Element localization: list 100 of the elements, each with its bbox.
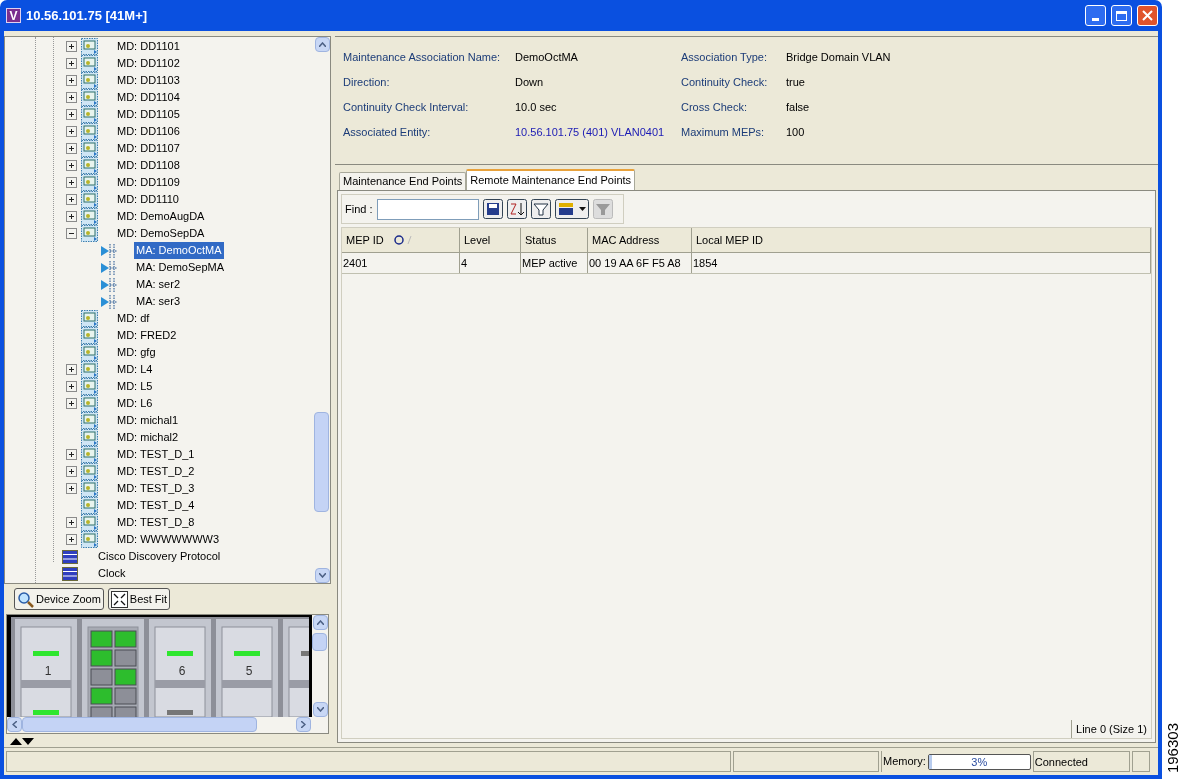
- scroll-thumb[interactable]: [314, 412, 329, 512]
- tree-item[interactable]: MD: michal2: [115, 429, 181, 446]
- maximize-button[interactable]: [1111, 5, 1132, 26]
- tree-item[interactable]: MD: gfg: [115, 344, 158, 361]
- minimize-button[interactable]: [1085, 5, 1106, 26]
- tree-item[interactable]: MD: DemoAugDA: [115, 208, 207, 225]
- tree-item[interactable]: MD: DD1103: [115, 72, 182, 89]
- association-icon: [100, 259, 118, 276]
- tree-item[interactable]: MD: DD1108: [115, 157, 182, 174]
- columns-dropdown-icon[interactable]: [554, 199, 589, 219]
- property-value: Down: [515, 75, 544, 91]
- tree-item[interactable]: MA: ser3: [134, 293, 182, 310]
- expand-icon[interactable]: [66, 517, 77, 528]
- close-button[interactable]: [1137, 5, 1158, 26]
- scrollbar[interactable]: [312, 615, 328, 717]
- best-fit-button[interactable]: Best Fit: [107, 588, 171, 610]
- scroll-up-button[interactable]: [312, 615, 328, 630]
- tree-item[interactable]: MD: DD1101: [115, 38, 182, 55]
- scrollbar[interactable]: [314, 37, 330, 583]
- device-zoom-button[interactable]: Device Zoom: [14, 588, 104, 610]
- tree-item[interactable]: MA: DemoOctMA: [134, 242, 224, 259]
- tree-item[interactable]: Clock: [96, 565, 128, 582]
- tree-item[interactable]: MD: DD1106: [115, 123, 182, 140]
- scroll-thumb[interactable]: [312, 633, 327, 651]
- tree-item[interactable]: MD: L6: [115, 395, 155, 412]
- table-cell: 00 19 AA 6F F5 A8: [588, 253, 692, 273]
- tree-item[interactable]: MA: DemoSepMA: [134, 259, 227, 276]
- column-header[interactable]: MEP ID: [342, 228, 460, 252]
- tree-item[interactable]: MA: ser2: [134, 276, 182, 293]
- expand-icon[interactable]: [66, 58, 77, 69]
- expand-icon[interactable]: [66, 381, 77, 392]
- expand-icon[interactable]: [66, 41, 77, 52]
- save-icon[interactable]: [482, 199, 503, 219]
- expand-icon[interactable]: [66, 92, 77, 103]
- expand-icon[interactable]: [66, 211, 77, 222]
- filter-icon[interactable]: [530, 199, 551, 219]
- tree-item[interactable]: MD: DD1104: [115, 89, 182, 106]
- column-header[interactable]: MAC Address: [588, 228, 692, 252]
- tree-item[interactable]: Cisco Discovery Protocol: [96, 548, 223, 565]
- memory-reading: 3%: [970, 754, 989, 769]
- expand-icon[interactable]: [66, 194, 77, 205]
- domain-icon: [81, 378, 98, 395]
- expand-icon[interactable]: [66, 466, 77, 477]
- tree-item[interactable]: MD: DD1102: [115, 55, 182, 72]
- tree-item[interactable]: MD: michal1: [115, 412, 181, 429]
- tree-item[interactable]: MD: DD1105: [115, 106, 182, 123]
- domain-icon: [81, 395, 98, 412]
- tab[interactable]: Remote Maintenance End Points: [466, 169, 636, 190]
- tree-item[interactable]: MD: df: [115, 310, 152, 327]
- scroll-right-button[interactable]: [296, 717, 311, 732]
- tree-item[interactable]: MD: L4: [115, 361, 155, 378]
- tree-item[interactable]: MD: TEST_D_1: [115, 446, 197, 463]
- tree-item[interactable]: MD: DD1107: [115, 140, 182, 157]
- tab[interactable]: Maintenance End Points: [339, 172, 467, 190]
- table-cell: 2401: [342, 253, 460, 273]
- splitter-arrows-icon[interactable]: [10, 737, 34, 745]
- property-link[interactable]: 10.56.101.75 (401) VLAN0401: [515, 124, 665, 141]
- connection-status: Connected: [1032, 751, 1130, 772]
- domain-icon: [81, 361, 98, 378]
- domain-icon: [81, 174, 98, 191]
- sort-icon[interactable]: [506, 199, 527, 219]
- expand-icon[interactable]: [66, 534, 77, 545]
- expand-icon[interactable]: [66, 109, 77, 120]
- expand-icon[interactable]: [66, 143, 77, 154]
- status-segment: [1131, 751, 1150, 772]
- scroll-left-button[interactable]: [7, 717, 22, 732]
- column-header[interactable]: Status: [521, 228, 588, 252]
- tree-item[interactable]: MD: L5: [115, 378, 155, 395]
- tree-item[interactable]: MD: DD1110: [115, 191, 181, 208]
- tree-item[interactable]: MD: DD1109: [115, 174, 182, 191]
- collapse-icon[interactable]: [66, 228, 77, 239]
- tree-item[interactable]: MD: TEST_D_8: [115, 514, 197, 531]
- scroll-down-button[interactable]: [314, 568, 330, 583]
- property-label: Continuity Check Interval:: [343, 100, 470, 116]
- slot-number: 1: [44, 664, 52, 678]
- slot-number: 5: [245, 664, 253, 678]
- expand-icon[interactable]: [66, 398, 77, 409]
- expand-icon[interactable]: [66, 75, 77, 86]
- column-header[interactable]: Local MEP ID: [692, 228, 1151, 252]
- scroll-thumb[interactable]: [22, 717, 257, 732]
- expand-icon[interactable]: [66, 160, 77, 171]
- tree-item[interactable]: MD: TEST_D_3: [115, 480, 197, 497]
- table-icon: [62, 549, 78, 564]
- property-value: Bridge Domain VLAN: [786, 50, 891, 66]
- tree-item[interactable]: MD: WWWWWWW3: [115, 531, 221, 548]
- expand-icon[interactable]: [66, 126, 77, 137]
- table-cell: MEP active: [521, 253, 588, 273]
- scroll-down-button[interactable]: [312, 702, 328, 717]
- domain-icon: [81, 140, 98, 157]
- expand-icon[interactable]: [66, 364, 77, 375]
- tree-item[interactable]: MD: DemoSepDA: [115, 225, 207, 242]
- expand-icon[interactable]: [66, 483, 77, 494]
- find-field[interactable]: [376, 198, 479, 220]
- expand-icon[interactable]: [66, 177, 77, 188]
- tree-item[interactable]: MD: TEST_D_2: [115, 463, 197, 480]
- tree-item[interactable]: MD: TEST_D_4: [115, 497, 197, 514]
- tree-item[interactable]: MD: FRED2: [115, 327, 179, 344]
- column-header[interactable]: Level: [460, 228, 521, 252]
- scroll-up-button[interactable]: [314, 37, 330, 52]
- expand-icon[interactable]: [66, 449, 77, 460]
